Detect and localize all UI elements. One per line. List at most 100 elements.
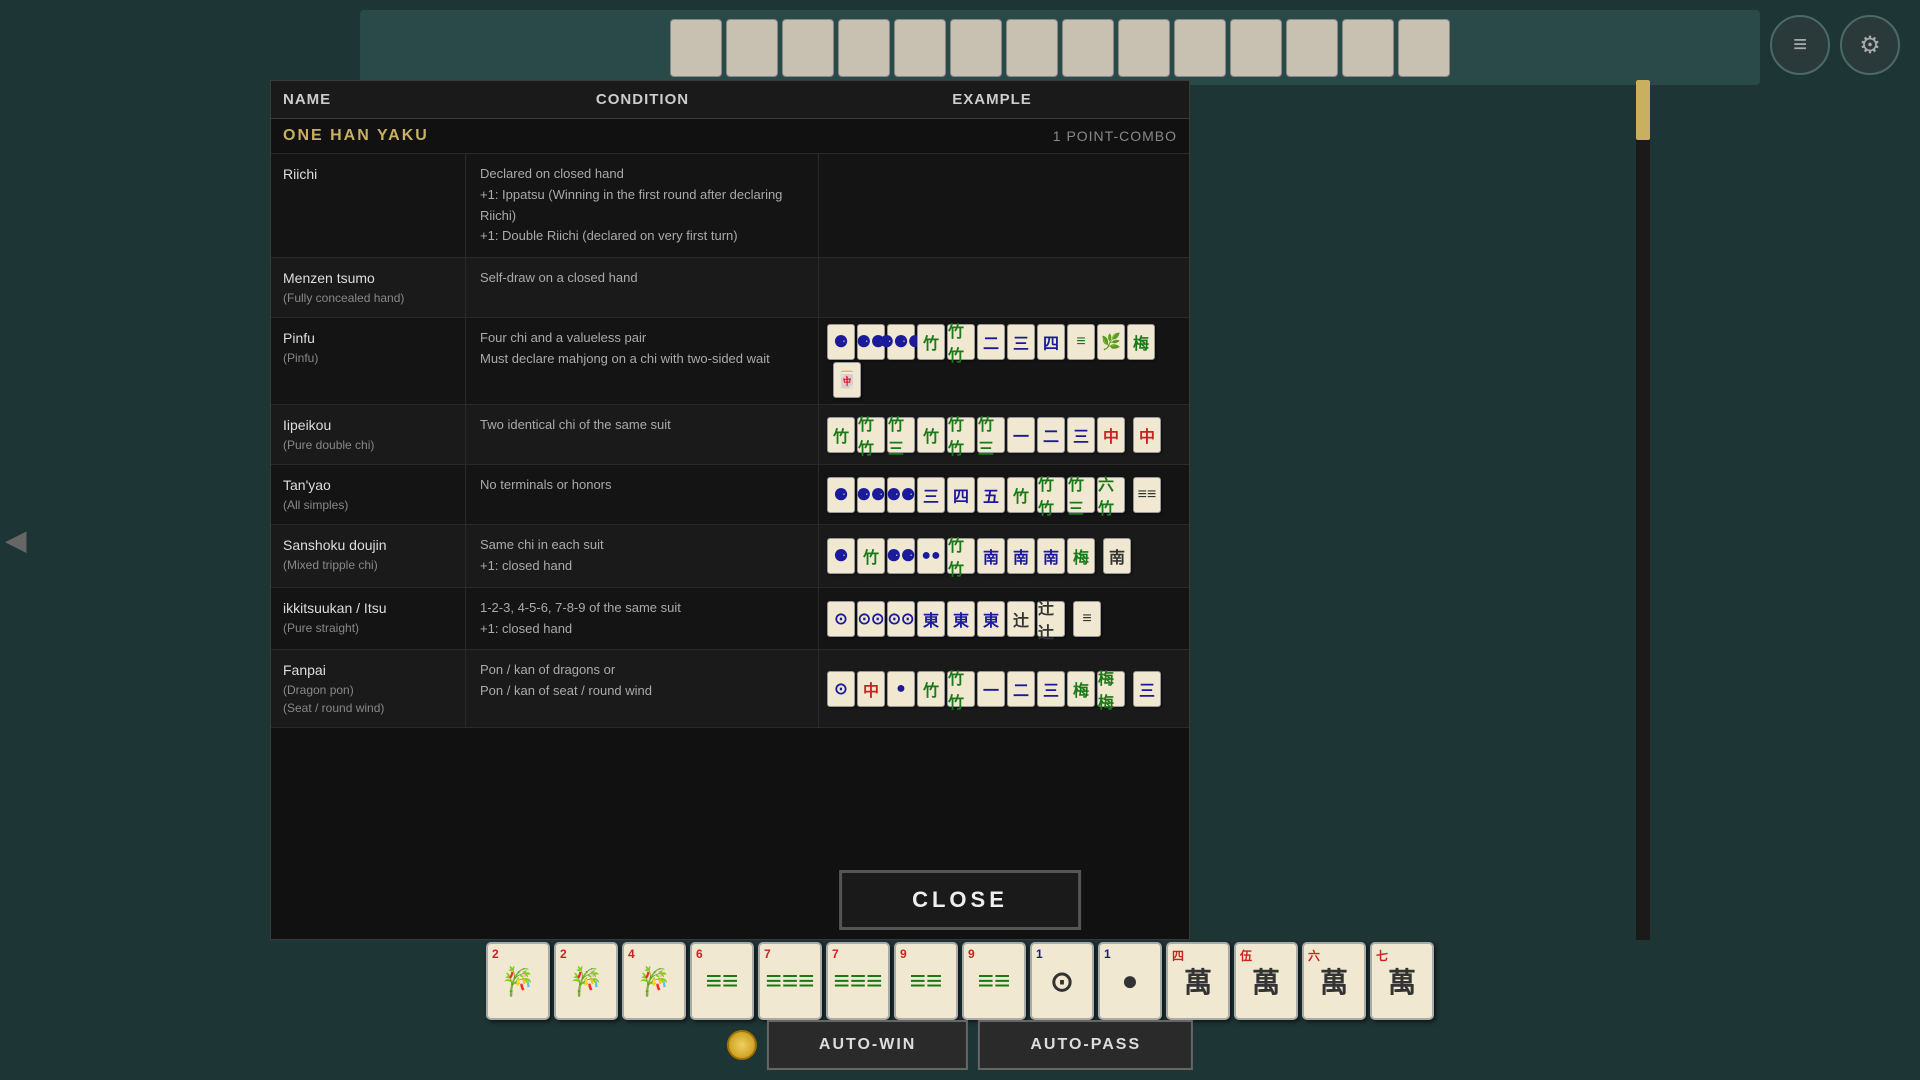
gold-coin bbox=[727, 1030, 757, 1060]
top-right-buttons: ≡ ⚙ bbox=[1770, 15, 1900, 75]
tile: 竹 bbox=[857, 538, 885, 574]
tile: 竹 bbox=[917, 671, 945, 707]
settings-icon: ⚙ bbox=[1859, 31, 1881, 60]
tile: 東 bbox=[917, 601, 945, 637]
name-column-header: NAME bbox=[283, 91, 478, 108]
section-title: ONE HAN YAKU bbox=[283, 127, 429, 145]
yaku-example-iipeikou: 竹 竹竹 竹三 竹 竹竹 竹三 一 二 三 中 中 bbox=[819, 405, 1189, 464]
yaku-example-fanpai: ⊙ 中 ● 竹 竹竹 一 二 三 梅 梅梅 三 bbox=[819, 650, 1189, 727]
hand-tile[interactable]: 1 ● bbox=[1098, 942, 1162, 1020]
tile: 竹竹 bbox=[947, 671, 975, 707]
section-points: 1 POINT-COMBO bbox=[1053, 128, 1177, 144]
tile: 梅 bbox=[1067, 538, 1095, 574]
table-row: Riichi Declared on closed hand +1: Ippat… bbox=[271, 154, 1189, 258]
tile: 🀄 bbox=[833, 362, 861, 398]
top-tile bbox=[1230, 19, 1282, 77]
top-tile bbox=[670, 19, 722, 77]
tile: 三 bbox=[1007, 324, 1035, 360]
tile: 梅 bbox=[1067, 671, 1095, 707]
tile: 竹竹 bbox=[947, 417, 975, 453]
scrollbar-track[interactable] bbox=[1636, 80, 1650, 940]
tile: 三 bbox=[1133, 671, 1161, 707]
tile: ⚈ bbox=[827, 477, 855, 513]
settings-button[interactable]: ⚙ bbox=[1840, 15, 1900, 75]
tile: 中 bbox=[1097, 417, 1125, 453]
tile: 竹三 bbox=[977, 417, 1005, 453]
tile: 竹 bbox=[917, 324, 945, 360]
section-header: ONE HAN YAKU 1 POINT-COMBO bbox=[271, 119, 1189, 154]
hand-tile[interactable]: 1 ⊙ bbox=[1030, 942, 1094, 1020]
yaku-condition-riichi: Declared on closed hand +1: Ippatsu (Win… bbox=[466, 154, 819, 257]
tile: 二 bbox=[1037, 417, 1065, 453]
tile: 梅梅 bbox=[1097, 671, 1125, 707]
tile: 辻辻 bbox=[1037, 601, 1065, 637]
hand-tile[interactable]: 4 🎋 bbox=[622, 942, 686, 1020]
tile: 南 bbox=[1037, 538, 1065, 574]
yaku-name-ikkitsuukan: ikkitsuukan / Itsu (Pure straight) bbox=[271, 588, 466, 650]
top-tile bbox=[894, 19, 946, 77]
hand-tile[interactable]: 七 萬 bbox=[1370, 942, 1434, 1020]
tile: 一 bbox=[977, 671, 1005, 707]
top-tile bbox=[1286, 19, 1338, 77]
auto-win-button[interactable]: AUTO-WIN bbox=[767, 1020, 968, 1070]
hand-tile[interactable]: 9 ≡≡ bbox=[962, 942, 1026, 1020]
top-tile bbox=[1398, 19, 1450, 77]
hand-tile[interactable]: 9 ≡≡ bbox=[894, 942, 958, 1020]
tile: 竹竹 bbox=[947, 324, 975, 360]
tile: 梅 bbox=[1127, 324, 1155, 360]
hand-tile[interactable]: 四 萬 bbox=[1166, 942, 1230, 1020]
tile: 一 bbox=[1007, 417, 1035, 453]
tile: 南 bbox=[1007, 538, 1035, 574]
tile: 竹竹 bbox=[857, 417, 885, 453]
hand-tile[interactable]: 6 ≡≡ bbox=[690, 942, 754, 1020]
top-tile bbox=[782, 19, 834, 77]
tile: 🌿 bbox=[1097, 324, 1125, 360]
table-row: Fanpai (Dragon pon) (Seat / round wind) … bbox=[271, 650, 1189, 728]
top-tile bbox=[838, 19, 890, 77]
hand-tile[interactable]: 7 ≡≡≡ bbox=[826, 942, 890, 1020]
hand-tile[interactable]: 7 ≡≡≡ bbox=[758, 942, 822, 1020]
tile: ⊙⊙ bbox=[857, 601, 885, 637]
hand-tile[interactable]: 2 🎋 bbox=[554, 942, 618, 1020]
top-tile bbox=[1006, 19, 1058, 77]
tile: ⊙⊙ bbox=[887, 601, 915, 637]
yaku-condition-pinfu: Four chi and a valueless pair Must decla… bbox=[466, 318, 819, 404]
tile: ≡≡ bbox=[1133, 477, 1161, 513]
hand-tile[interactable]: 2 🎋 bbox=[486, 942, 550, 1020]
tile: 南 bbox=[977, 538, 1005, 574]
tile: ⊙ bbox=[827, 601, 855, 637]
tile: 東 bbox=[977, 601, 1005, 637]
condition-column-header: CONDITION bbox=[478, 91, 807, 108]
table-row: Iipeikou (Pure double chi) Two identical… bbox=[271, 405, 1189, 465]
table-content[interactable]: ONE HAN YAKU 1 POINT-COMBO Riichi Declar… bbox=[271, 119, 1189, 939]
tile: 竹三 bbox=[1067, 477, 1095, 513]
top-tile bbox=[1174, 19, 1226, 77]
hand-tiles-area: 2 🎋 2 🎋 4 🎋 6 ≡≡ 7 ≡≡≡ 7 ≡≡≡ 9 ≡≡ 9 ≡≡ 1… bbox=[486, 942, 1434, 1020]
scrollbar-thumb[interactable] bbox=[1636, 80, 1650, 140]
notes-button[interactable]: ≡ bbox=[1770, 15, 1830, 75]
auto-pass-button[interactable]: AUTO-PASS bbox=[978, 1020, 1193, 1070]
tile: ⚈⚈ bbox=[887, 538, 915, 574]
yaku-condition-fanpai: Pon / kan of dragons or Pon / kan of sea… bbox=[466, 650, 819, 727]
yaku-name-iipeikou: Iipeikou (Pure double chi) bbox=[271, 405, 466, 464]
example-column-header: EXAMPLE bbox=[807, 91, 1177, 108]
hand-tile[interactable]: 六 萬 bbox=[1302, 942, 1366, 1020]
tile: 三 bbox=[1067, 417, 1095, 453]
tile: 中 bbox=[857, 671, 885, 707]
tile: 六竹 bbox=[1097, 477, 1125, 513]
yaku-condition-iipeikou: Two identical chi of the same suit bbox=[466, 405, 819, 464]
yaku-name-sanshoku: Sanshoku doujin (Mixed tripple chi) bbox=[271, 525, 466, 587]
yaku-condition-sanshoku: Same chi in each suit +1: closed hand bbox=[466, 525, 819, 587]
yaku-example-sanshoku: ⚈ 竹 ⚈⚈ ●● 竹竹 南 南 南 梅 南 bbox=[819, 525, 1189, 587]
hand-tile[interactable]: 伍 萬 bbox=[1234, 942, 1298, 1020]
yaku-example-tanyao: ⚈ ⚈⚈ ⚈⚈ 三 四 五 竹 竹竹 竹三 六竹 ≡≡ bbox=[819, 465, 1189, 524]
close-button[interactable]: CLOSE bbox=[839, 870, 1081, 930]
yaku-name-pinfu: Pinfu (Pinfu) bbox=[271, 318, 466, 404]
left-arrow-button[interactable]: ◀ bbox=[5, 524, 27, 557]
top-tile bbox=[1062, 19, 1114, 77]
tile: ●● bbox=[917, 538, 945, 574]
tile: ⚈ bbox=[827, 324, 855, 360]
reference-panel: NAME CONDITION EXAMPLE ONE HAN YAKU 1 PO… bbox=[270, 80, 1190, 940]
table-header: NAME CONDITION EXAMPLE bbox=[271, 81, 1189, 119]
top-tile bbox=[950, 19, 1002, 77]
